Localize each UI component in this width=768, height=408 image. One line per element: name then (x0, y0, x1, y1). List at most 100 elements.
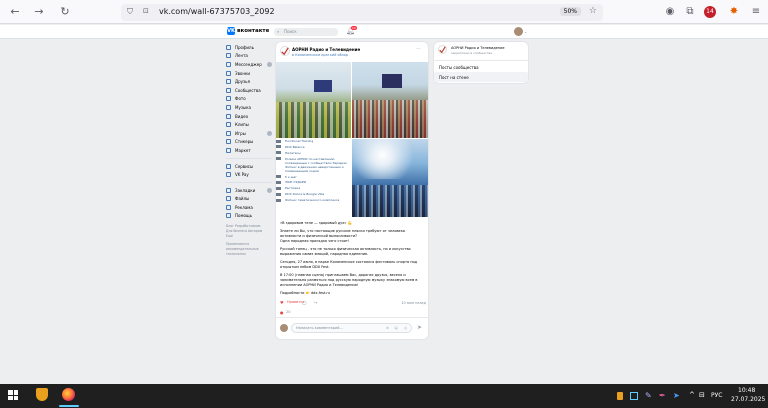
video-thumb-icon (276, 157, 281, 161)
attach-icon[interactable]: ⊘ (386, 324, 389, 332)
sidebar-item-label: VK Pay (235, 172, 249, 178)
chevron-down-icon[interactable]: ⌄ (524, 29, 527, 34)
reload-button[interactable]: ↻ (58, 5, 72, 19)
sidebar-item-label: Клипы (235, 122, 249, 128)
playlist-item[interactable]: 5 к шаг (276, 175, 351, 179)
post-actions: ♥ Нравится ◯ ↪ 10 мин назад ● 20 (280, 300, 426, 315)
sidebar-item[interactable]: Видео (226, 112, 272, 121)
sidebar-item[interactable]: Фото (226, 95, 272, 104)
extensions-icon[interactable]: ⧉ (684, 6, 696, 18)
sidebar-counter-badge (267, 187, 272, 193)
sidebar-item-label: Сервисы (235, 163, 254, 169)
user-avatar[interactable] (514, 27, 523, 36)
firefox-icon[interactable] (62, 388, 75, 401)
sidebar-item[interactable]: Звонки (226, 69, 272, 78)
sidebar-item[interactable]: Друзья (226, 77, 272, 86)
playlist-item[interactable]: Фитнес тематического комплекса (276, 198, 351, 202)
sidebar-item[interactable]: Лента (226, 52, 272, 61)
vk-logo[interactable]: VK вконтакте (227, 27, 269, 35)
addon-badge-icon[interactable]: 14 (704, 6, 716, 18)
likes-count[interactable]: 20 (286, 310, 290, 314)
post-image-yoga[interactable] (276, 62, 351, 138)
tray-chevron-icon[interactable]: ^ (689, 391, 695, 399)
tray-snip-icon[interactable] (630, 392, 638, 400)
tray-app-icon[interactable]: ✒ (659, 391, 666, 400)
community-avatar[interactable] (438, 45, 447, 54)
active-app-indicator (59, 405, 79, 407)
video-thumb-icon (276, 151, 281, 155)
community-avatar[interactable] (280, 46, 290, 56)
addon-icon[interactable]: ✸ (728, 6, 740, 18)
crowd (276, 102, 351, 138)
send-icon[interactable]: ➤ (417, 324, 422, 331)
sidebar-item[interactable]: Файлы (226, 195, 272, 204)
heart-icon[interactable]: ♥ (280, 300, 284, 305)
playlist: Functional Training DDX Balance Пилатесы Ро… (276, 139, 351, 204)
sidebar-item[interactable]: Мессенджер (226, 60, 272, 69)
address-bar[interactable]: ⛉ ⊡ vk.com/wall-67375703_2092 50% ☆ (121, 4, 603, 21)
post-image-water[interactable] (352, 139, 428, 217)
language-indicator[interactable]: РУС (711, 392, 722, 399)
sidebar-item-label: Маркет (235, 147, 251, 153)
back-button[interactable]: ← (8, 5, 22, 19)
sidebar-item[interactable]: Игры (226, 129, 272, 138)
windows-start-icon[interactable] (8, 390, 18, 400)
playlist-item[interactable]: ЗОЖ СУДАРИ (276, 180, 351, 184)
tray-network-icon[interactable]: ⊟ (699, 391, 705, 399)
crowd (352, 100, 428, 138)
video-thumb-icon (276, 175, 281, 179)
post-subtitle[interactable]: в Коломенском краткий обзор (292, 53, 348, 57)
sidebar-item[interactable]: Сообщества (226, 86, 272, 95)
sidebar-item[interactable]: Сервисы (226, 162, 272, 171)
forward-button[interactable]: → (32, 5, 46, 19)
divider (276, 317, 428, 318)
sidebar-item[interactable]: Стикеры (226, 138, 272, 147)
bookmark-star-icon[interactable]: ☆ (589, 6, 597, 16)
account-icon[interactable]: ◉ (664, 6, 676, 18)
video-thumb-icon (276, 198, 281, 202)
post-image-crowd[interactable] (352, 62, 428, 138)
sidebar-item-icon (226, 53, 231, 59)
comment-input[interactable]: Написать комментарий... ⊘ ☺ ◎ (291, 323, 412, 333)
menu-icon[interactable]: ≡ (750, 6, 762, 18)
comment-icon[interactable]: ◯ (302, 300, 306, 305)
tray-telegram-icon[interactable]: ➤ (673, 391, 680, 400)
playlist-item[interactable]: DDX Balance (276, 145, 351, 149)
sidebar-item[interactable]: VK Pay (226, 170, 272, 179)
playlist-item[interactable]: Пилатесы (276, 151, 351, 155)
playlist-item[interactable]: Растяжка (276, 186, 351, 190)
zoom-level[interactable]: 50% (559, 7, 581, 16)
sidebar-item[interactable]: Профиль (226, 43, 272, 52)
sidebar-item[interactable]: Маркет (226, 146, 272, 155)
emoji-icon[interactable]: ☺ (394, 324, 398, 332)
playlist-item[interactable]: Ролики АРНИС по наставлению посвящённые … (276, 157, 351, 173)
post-author[interactable]: АОРНИ Радио и Телевидение (292, 47, 360, 52)
menu-community-posts[interactable]: Посты сообщества (439, 65, 479, 70)
post-time[interactable]: 10 мин назад (401, 301, 426, 305)
camera-icon[interactable]: ◎ (404, 324, 407, 332)
sidebar-item[interactable]: Помощь (226, 212, 272, 221)
more-options-icon[interactable]: ··· (416, 46, 421, 52)
sidebar-item-icon (226, 172, 231, 178)
right-community-name[interactable]: АОРНИ Радио и Телевидение (451, 46, 505, 50)
sidebar-item[interactable]: Музыка (226, 103, 272, 112)
clock-date[interactable]: 27.07.2025 (731, 396, 765, 403)
sidebar-item[interactable]: Реклама (226, 203, 272, 212)
sidebar-item-label: Файлы (235, 196, 250, 202)
playlist-item[interactable]: DDX Dance & Boogie Vibe (276, 192, 351, 196)
tray-shield-icon[interactable] (617, 392, 623, 400)
playlist-item[interactable]: Functional Training (276, 139, 351, 143)
sidebar-item[interactable]: Клипы (226, 120, 272, 129)
clock-time[interactable]: 10:48 (738, 387, 755, 394)
menu-wall-post[interactable]: Пост на стене (439, 75, 469, 80)
sidebar-item-icon (226, 213, 231, 219)
tray-pen-icon[interactable]: ✎ (645, 391, 652, 400)
stage-screen (314, 80, 332, 92)
sidebar-item-icon (226, 122, 231, 128)
shield-app-icon[interactable] (36, 388, 48, 401)
share-icon[interactable]: ↪ (314, 300, 317, 305)
stage-screen (382, 74, 402, 88)
sidebar-item[interactable]: Закладки (226, 186, 272, 195)
search-input[interactable]: Поиск (274, 28, 338, 36)
sidebar-item-label: Профиль (235, 44, 254, 50)
